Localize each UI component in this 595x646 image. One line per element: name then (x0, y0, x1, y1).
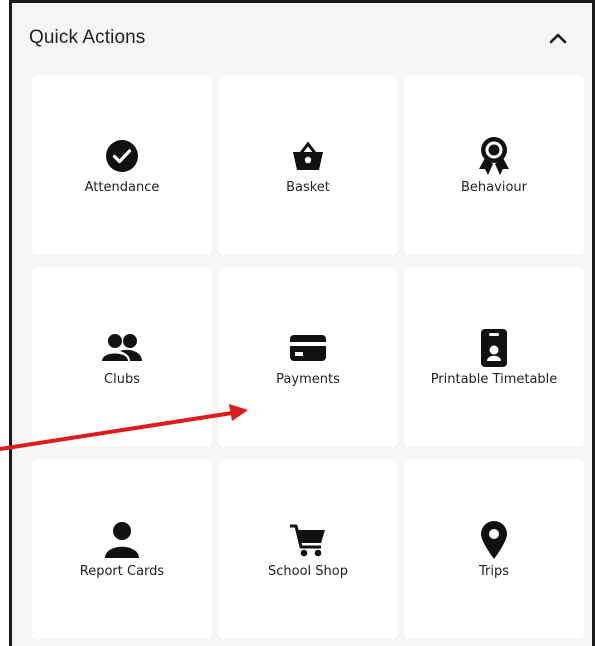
tile-label: Trips (478, 563, 509, 579)
quick-actions-header[interactable]: Quick Actions (12, 3, 592, 73)
tile-school-shop[interactable]: School Shop (218, 459, 398, 639)
tile-trips[interactable]: Trips (404, 459, 584, 639)
tile-label: Payments (276, 371, 340, 387)
quick-actions-grid: Attendance Basket Behaviour Clubs Paymen (32, 75, 584, 639)
tile-behaviour[interactable]: Behaviour (404, 75, 584, 255)
credit-card-icon (288, 328, 328, 368)
tile-clubs[interactable]: Clubs (32, 267, 212, 447)
tile-label: Printable Timetable (430, 371, 558, 387)
tile-label: School Shop (268, 563, 348, 579)
tile-report-cards[interactable]: Report Cards (32, 459, 212, 639)
chevron-up-icon[interactable] (544, 24, 572, 52)
tile-label: Attendance (84, 179, 160, 195)
user-icon (102, 520, 142, 560)
tile-printable-timetable[interactable]: Printable Timetable (404, 267, 584, 447)
tile-basket[interactable]: Basket (218, 75, 398, 255)
panel-title: Quick Actions (29, 27, 146, 48)
tile-label: Behaviour (461, 179, 527, 195)
tile-payments[interactable]: Payments (218, 267, 398, 447)
shopping-cart-icon (288, 520, 328, 560)
quick-actions-panel: Quick Actions Attendance Basket Behaviou… (9, 0, 595, 646)
tile-label: Clubs (104, 371, 140, 387)
check-circle-icon (102, 136, 142, 176)
tile-label: Report Cards (79, 563, 165, 579)
id-badge-icon (474, 328, 514, 368)
basket-icon (288, 136, 328, 176)
map-pin-icon (474, 520, 514, 560)
tile-attendance[interactable]: Attendance (32, 75, 212, 255)
tile-label: Basket (286, 179, 330, 195)
award-ribbon-icon (474, 136, 514, 176)
users-icon (102, 328, 142, 368)
